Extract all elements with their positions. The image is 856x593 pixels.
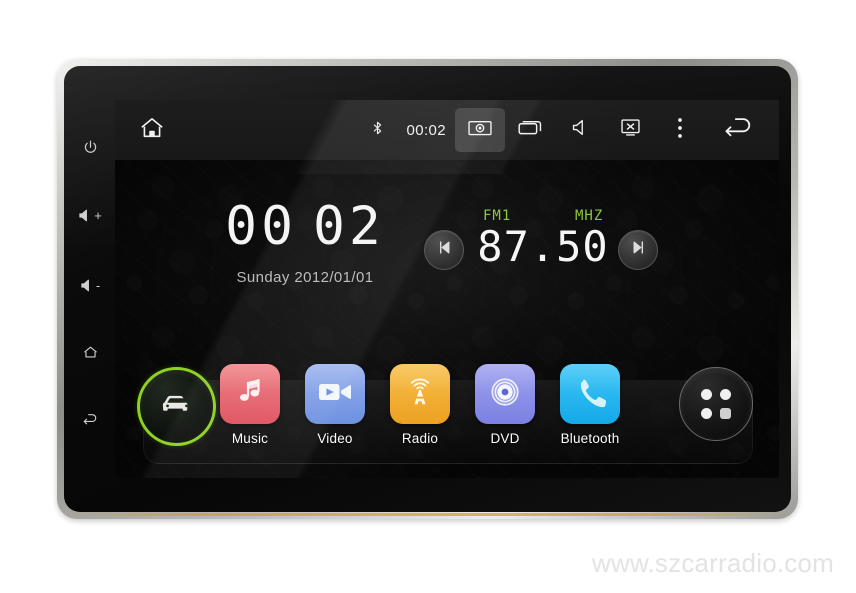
screenshot-root: + - 00:02 00 02 Sunday 2012/01/01 FM1 MH… <box>0 0 856 593</box>
hardware-home-button[interactable] <box>70 337 110 367</box>
clock-date: Sunday 2012/01/01 <box>236 269 374 286</box>
clock-hours: 00 <box>225 196 297 257</box>
car-mode-button[interactable] <box>137 367 216 446</box>
app-label-bluetooth: Bluetooth <box>560 431 620 446</box>
statusbar-screenshot-button[interactable] <box>455 108 505 152</box>
statusbar-clock: 00:02 <box>406 121 446 139</box>
disc-icon <box>486 373 524 416</box>
recents-icon <box>518 119 542 141</box>
dock: Music Video Radio DVD Bluetooth <box>115 364 779 460</box>
statusbar-home-button[interactable] <box>123 100 181 160</box>
radio-frequency: 87.50 <box>477 222 609 271</box>
video-icon-tile[interactable] <box>305 364 365 424</box>
app-drawer-button[interactable] <box>679 367 753 441</box>
car-icon <box>157 390 197 423</box>
volume-down-icon <box>80 278 95 293</box>
status-bar: 00:02 <box>115 100 779 160</box>
hardware-volume-up-label: + <box>94 207 102 223</box>
radio-next-button[interactable] <box>618 230 658 270</box>
radio-previous-button[interactable] <box>424 230 464 270</box>
volume-icon <box>570 118 591 142</box>
app-drawer-icon <box>701 389 731 419</box>
hardware-back-button[interactable] <box>70 404 110 434</box>
app-shortcut-video[interactable]: Video <box>305 364 365 446</box>
statusbar-screen-off-button[interactable] <box>605 108 655 152</box>
clock-widget[interactable]: 00 02 Sunday 2012/01/01 <box>165 200 445 286</box>
statusbar-recents-button[interactable] <box>505 108 555 152</box>
app-label-dvd: DVD <box>490 431 520 446</box>
clock-time: 00 02 <box>165 200 445 253</box>
music-note-icon <box>234 375 267 413</box>
app-shortcut-music[interactable]: Music <box>220 364 280 446</box>
radio-icon-tile[interactable] <box>390 364 450 424</box>
home-outline-icon <box>82 344 99 361</box>
overflow-menu-icon <box>677 117 683 144</box>
app-label-radio: Radio <box>401 431 439 446</box>
statusbar-volume-button[interactable] <box>555 108 605 152</box>
app-label-video: Video <box>317 431 353 446</box>
statusbar-bluetooth-indicator <box>352 108 402 152</box>
skip-previous-icon <box>435 238 454 262</box>
hardware-volume-down-button[interactable]: - <box>70 270 110 300</box>
hardware-key-column: + - <box>70 132 110 442</box>
volume-up-icon <box>78 208 93 223</box>
music-icon-tile[interactable] <box>220 364 280 424</box>
back-arrow-icon <box>721 116 755 145</box>
skip-next-icon <box>629 238 648 262</box>
bluetooth-icon-tile[interactable] <box>560 364 620 424</box>
statusbar-back-button[interactable] <box>705 116 771 145</box>
screenshot-icon <box>468 119 492 142</box>
hardware-volume-down-label: - <box>95 277 101 293</box>
app-label-music: Music <box>231 431 269 446</box>
home-icon <box>139 115 165 146</box>
app-shortcut-bluetooth[interactable]: Bluetooth <box>560 364 620 446</box>
app-shortcut-dvd[interactable]: DVD <box>475 364 535 446</box>
video-camera-icon <box>317 378 353 411</box>
radio-tower-icon <box>402 374 438 415</box>
app-shortcut-list: Music Video Radio DVD Bluetooth <box>220 364 620 446</box>
app-shortcut-radio[interactable]: Radio <box>390 364 450 446</box>
lcd-screen[interactable]: 00:02 00 02 Sunday 2012/01/01 FM1 MHZ 87… <box>115 100 779 478</box>
hardware-power-button[interactable] <box>70 132 110 162</box>
clock-minutes: 02 <box>313 196 385 257</box>
statusbar-overflow-button[interactable] <box>655 108 705 152</box>
statusbar-tray: 00:02 <box>352 100 779 160</box>
back-arrow-icon <box>82 411 99 428</box>
screen-off-icon <box>620 118 641 142</box>
phone-icon <box>574 376 607 413</box>
dvd-icon-tile[interactable] <box>475 364 535 424</box>
power-icon <box>82 139 99 156</box>
radio-widget[interactable]: FM1 MHZ 87.50 <box>410 208 670 286</box>
bluetooth-icon <box>370 119 385 142</box>
watermark: www.szcarradio.com <box>592 548 834 578</box>
hardware-volume-up-button[interactable]: + <box>70 200 110 230</box>
